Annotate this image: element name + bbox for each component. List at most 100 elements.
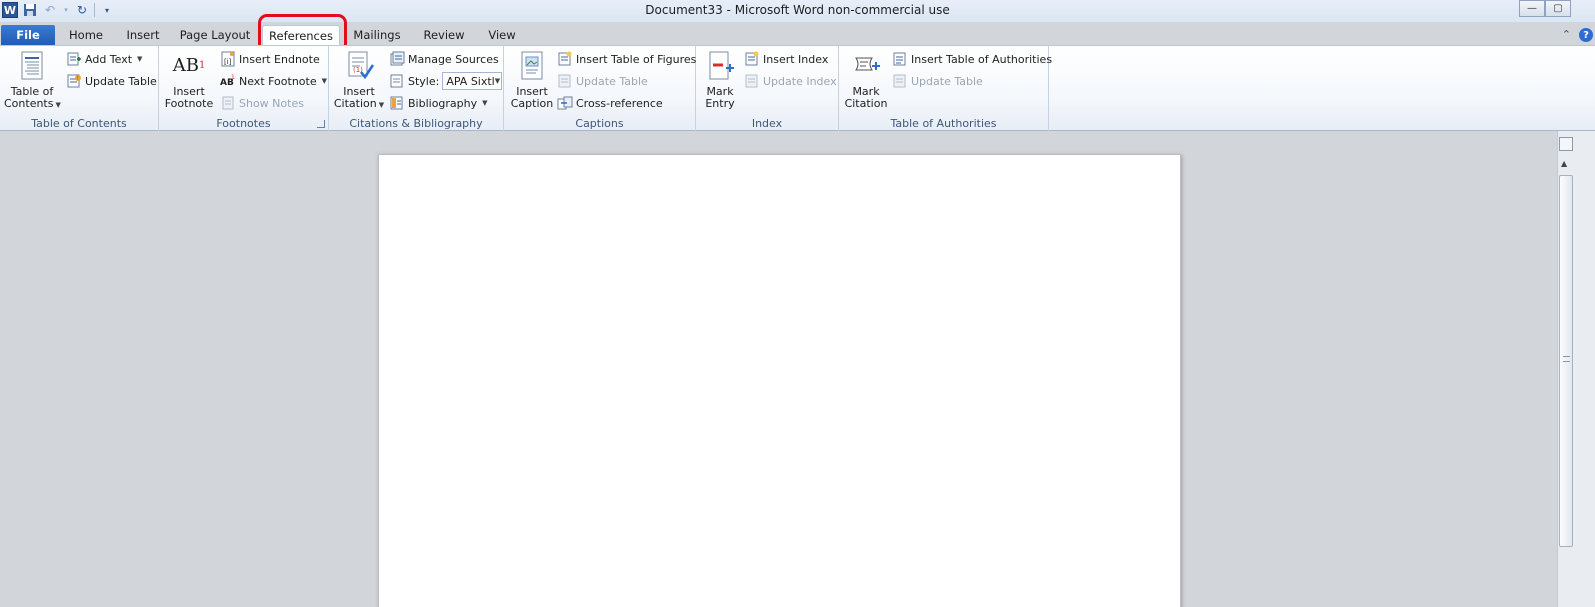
manage-sources-button[interactable]: Manage Sources: [389, 50, 499, 68]
insert-citation-icon: (1): [343, 50, 375, 82]
tab-insert[interactable]: Insert: [120, 25, 166, 46]
style-label: Style:: [408, 74, 440, 88]
add-text-label: Add Text: [85, 52, 133, 66]
mark-entry-button[interactable]: Mark Entry: [700, 50, 740, 110]
group-label-citations-bibliography: Citations & Bibliography: [349, 117, 483, 130]
update-table-button[interactable]: ! Update Table: [66, 72, 157, 90]
ribbon: Table of Contents ▼ Add Text ▼ ! Update Ta…: [0, 45, 1595, 132]
insert-caption-button[interactable]: Insert Caption: [507, 50, 557, 110]
update-table-label: Update Table: [85, 74, 157, 88]
insert-table-of-figures-icon: [557, 51, 573, 67]
minimize-button[interactable]: —: [1519, 0, 1545, 17]
mark-citation-icon: [850, 50, 882, 82]
update-table-icon: !: [66, 73, 82, 89]
tab-review[interactable]: Review: [418, 25, 470, 46]
add-text-button[interactable]: Add Text ▼: [66, 50, 142, 68]
insert-footnote-button[interactable]: AB 1 Insert Footnote: [163, 50, 215, 110]
insert-index-icon: [744, 51, 760, 67]
restore-button[interactable]: ▢: [1545, 0, 1571, 17]
bibliography-icon: [389, 95, 405, 111]
insert-index-button[interactable]: Insert Index: [744, 50, 828, 68]
tab-page-layout[interactable]: Page Layout: [178, 25, 252, 46]
ribbon-tabs: File Home Insert Page Layout References …: [0, 22, 1595, 46]
bibliography-label: Bibliography: [408, 96, 478, 110]
update-index-button[interactable]: Update Index: [744, 72, 837, 90]
mark-citation-button[interactable]: Mark Citation: [843, 50, 889, 110]
tabs-right-controls: ⌃ ?: [1562, 28, 1593, 42]
tab-file[interactable]: File: [1, 25, 55, 46]
svg-text:!: !: [77, 75, 79, 82]
group-table-of-authorities: Mark Citation Insert Table of Authoritie…: [839, 46, 1052, 132]
update-table-authorities-label: Update Table: [911, 74, 983, 88]
insert-footnote-icon: AB 1: [172, 50, 206, 82]
insert-endnote-button[interactable]: [i] Insert Endnote: [220, 50, 320, 68]
tab-mailings[interactable]: Mailings: [350, 25, 404, 46]
next-footnote-icon: AB 1: [220, 73, 236, 89]
update-table-figures-icon: [557, 73, 573, 89]
insert-table-of-authorities-icon: [892, 51, 908, 67]
style-dropdown-value: APA Sixtl: [446, 74, 495, 88]
chevron-down-icon: ▼: [137, 55, 143, 63]
view-ruler-icon[interactable]: [1559, 137, 1573, 151]
document-page[interactable]: [378, 154, 1181, 607]
insert-table-of-authorities-label: Insert Table of Authorities: [911, 52, 1053, 66]
show-notes-icon: [220, 95, 236, 111]
next-footnote-button[interactable]: AB 1 Next Footnote ▼: [220, 72, 327, 90]
chevron-down-icon: ▼: [55, 101, 61, 109]
insert-citation-label-2: Citation: [333, 97, 377, 110]
chevron-down-icon: ▼: [321, 77, 328, 85]
update-table-figures-button[interactable]: Update Table: [557, 72, 648, 90]
chevron-down-icon: ▼: [482, 99, 488, 107]
insert-citation-button[interactable]: (1) Insert Citation ▼: [333, 50, 385, 111]
update-index-icon: [744, 73, 760, 89]
next-footnote-label: Next Footnote: [239, 74, 317, 88]
scrollbar-thumb[interactable]: [1559, 175, 1573, 547]
tab-view[interactable]: View: [482, 25, 522, 46]
document-workspace: [0, 131, 1557, 607]
insert-footnote-label-2: Footnote: [164, 97, 214, 110]
mark-entry-icon: [704, 50, 736, 82]
table-of-contents-label-2: Contents: [4, 97, 54, 110]
group-label-table-of-authorities: Table of Authorities: [890, 117, 997, 130]
style-icon: [389, 73, 405, 89]
help-icon[interactable]: ?: [1579, 28, 1593, 42]
insert-table-of-authorities-button[interactable]: Insert Table of Authorities: [892, 50, 1052, 68]
manage-sources-label: Manage Sources: [408, 52, 499, 66]
style-dropdown[interactable]: APA Sixtl ▼: [442, 72, 503, 90]
cross-reference-icon: [557, 95, 573, 111]
insert-endnote-icon: [i]: [220, 51, 236, 67]
group-captions: Insert Caption Insert Table of Figures U…: [504, 46, 696, 132]
insert-index-label: Insert Index: [763, 52, 829, 66]
vertical-scrollbar[interactable]: ▲: [1557, 131, 1595, 607]
window-controls: — ▢: [1519, 0, 1571, 17]
show-notes-label: Show Notes: [239, 96, 304, 110]
cross-reference-button[interactable]: Cross-reference: [557, 94, 663, 112]
mark-citation-label-2: Citation: [844, 97, 888, 110]
group-label-footnotes: Footnotes: [216, 117, 271, 130]
tab-home[interactable]: Home: [64, 25, 108, 46]
bibliography-button[interactable]: Bibliography ▼: [389, 94, 488, 112]
group-citations-bibliography: (1) Insert Citation ▼ Manage Sources Styl…: [329, 46, 504, 132]
group-label-captions: Captions: [575, 117, 624, 130]
collapse-ribbon-icon[interactable]: ⌃: [1562, 28, 1571, 42]
scroll-up-icon[interactable]: ▲: [1561, 159, 1567, 168]
insert-table-of-figures-button[interactable]: Insert Table of Figures: [557, 50, 696, 68]
update-table-authorities-button[interactable]: Update Table: [892, 72, 983, 90]
insert-endnote-label: Insert Endnote: [239, 52, 320, 66]
insert-caption-label-2: Caption: [510, 97, 554, 110]
update-table-figures-label: Update Table: [576, 74, 648, 88]
title-bar: W ↶ ▾ ↻ ▾ Document33 - Microsoft Word no…: [0, 0, 1595, 22]
footnote-ab-glyph: AB: [172, 55, 199, 76]
svg-text:1: 1: [231, 74, 235, 81]
show-notes-button[interactable]: Show Notes: [220, 94, 304, 112]
cross-reference-label: Cross-reference: [576, 96, 663, 110]
update-index-label: Update Index: [763, 74, 837, 88]
svg-text:[i]: [i]: [224, 58, 232, 66]
manage-sources-icon: [389, 51, 405, 67]
group-index: Mark Entry Insert Index Update Index Ind…: [696, 46, 839, 132]
footnote-superscript-glyph: 1: [198, 60, 206, 71]
table-of-contents-button[interactable]: Table of Contents ▼: [4, 50, 61, 111]
table-of-contents-icon: [16, 50, 48, 82]
footnotes-dialog-launcher-icon[interactable]: [317, 120, 325, 128]
insert-caption-icon: [516, 50, 548, 82]
